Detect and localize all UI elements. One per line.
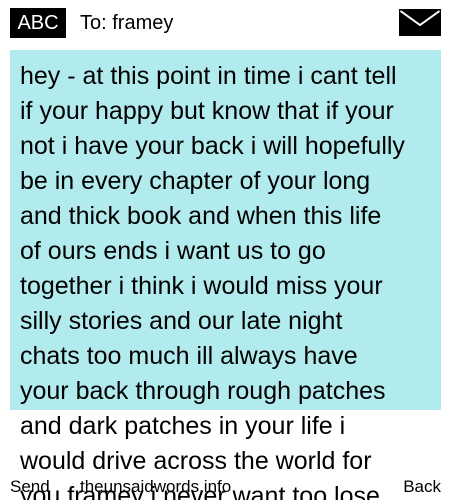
softkey-bar: Send theunsaidwords.info Back (0, 470, 450, 500)
message-body[interactable]: hey - at this point in time i cant tell … (10, 50, 441, 500)
envelope-icon (399, 9, 441, 36)
message-text[interactable]: hey - at this point in time i cant tell … (20, 59, 438, 500)
recipient-field[interactable]: To: framey (80, 10, 173, 36)
message-header: ABC To: framey (0, 0, 450, 46)
site-watermark: theunsaidwords.info (80, 477, 232, 496)
send-softkey[interactable]: Send (10, 476, 50, 498)
back-softkey[interactable]: Back (403, 476, 441, 498)
envelope-body (399, 9, 441, 36)
input-mode-badge[interactable]: ABC (10, 8, 66, 38)
envelope-graphic (399, 9, 441, 36)
